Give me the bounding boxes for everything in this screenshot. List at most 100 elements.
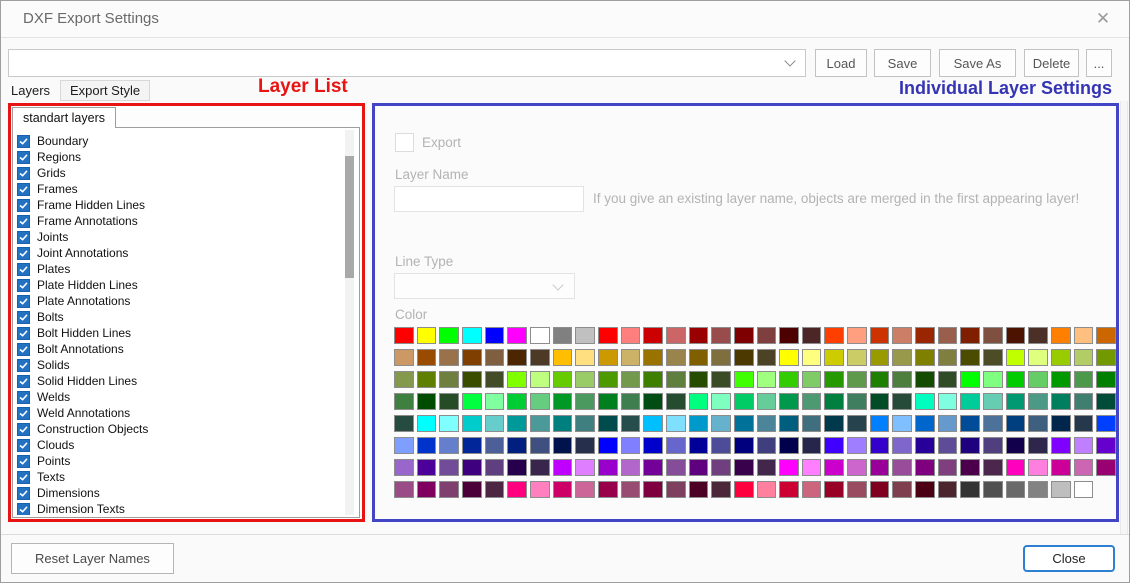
color-swatch[interactable] — [1028, 481, 1048, 498]
color-swatch[interactable] — [915, 415, 935, 432]
layer-item[interactable]: Frames — [17, 181, 341, 197]
color-swatch[interactable] — [892, 415, 912, 432]
color-swatch[interactable] — [462, 481, 482, 498]
color-swatch[interactable] — [462, 349, 482, 366]
color-swatch[interactable] — [938, 349, 958, 366]
layer-item[interactable]: Joints — [17, 229, 341, 245]
color-swatch[interactable] — [1006, 393, 1026, 410]
color-swatch[interactable] — [553, 327, 573, 344]
color-swatch[interactable] — [575, 459, 595, 476]
color-swatch[interactable] — [757, 415, 777, 432]
tab-standart-layers[interactable]: standart layers — [12, 107, 116, 128]
layer-checkbox-checked[interactable] — [17, 279, 30, 292]
layer-checkbox-checked[interactable] — [17, 135, 30, 148]
color-swatch[interactable] — [666, 327, 686, 344]
layer-checkbox-checked[interactable] — [17, 423, 30, 436]
color-swatch[interactable] — [643, 481, 663, 498]
color-swatch[interactable] — [507, 459, 527, 476]
layer-item[interactable]: Dimensions — [17, 485, 341, 501]
color-swatch[interactable] — [598, 415, 618, 432]
color-swatch[interactable] — [983, 349, 1003, 366]
color-swatch[interactable] — [553, 393, 573, 410]
color-swatch[interactable] — [394, 481, 414, 498]
color-swatch[interactable] — [1096, 437, 1116, 454]
color-swatch[interactable] — [847, 393, 867, 410]
color-swatch[interactable] — [892, 349, 912, 366]
color-swatch[interactable] — [847, 327, 867, 344]
color-swatch[interactable] — [621, 371, 641, 388]
color-swatch[interactable] — [960, 481, 980, 498]
color-swatch[interactable] — [689, 481, 709, 498]
color-swatch[interactable] — [643, 393, 663, 410]
color-swatch[interactable] — [1006, 415, 1026, 432]
color-swatch[interactable] — [1096, 371, 1116, 388]
color-swatch[interactable] — [824, 393, 844, 410]
tab-export-style[interactable]: Export Style — [60, 80, 150, 101]
color-swatch[interactable] — [734, 371, 754, 388]
layer-item[interactable]: Dimension Texts — [17, 501, 341, 515]
color-swatch[interactable] — [575, 481, 595, 498]
color-swatch[interactable] — [1074, 437, 1094, 454]
layer-checkbox-checked[interactable] — [17, 215, 30, 228]
color-swatch[interactable] — [621, 437, 641, 454]
color-swatch[interactable] — [530, 393, 550, 410]
color-swatch[interactable] — [485, 481, 505, 498]
color-swatch[interactable] — [757, 393, 777, 410]
color-swatch[interactable] — [689, 459, 709, 476]
color-swatch[interactable] — [779, 459, 799, 476]
color-swatch[interactable] — [598, 371, 618, 388]
color-swatch[interactable] — [938, 371, 958, 388]
color-swatch[interactable] — [598, 349, 618, 366]
color-swatch[interactable] — [485, 459, 505, 476]
color-swatch[interactable] — [394, 349, 414, 366]
color-swatch[interactable] — [439, 437, 459, 454]
layer-checkbox-checked[interactable] — [17, 247, 30, 260]
color-swatch[interactable] — [439, 327, 459, 344]
color-swatch[interactable] — [892, 371, 912, 388]
color-swatch[interactable] — [1096, 459, 1116, 476]
color-swatch[interactable] — [417, 393, 437, 410]
color-swatch[interactable] — [553, 437, 573, 454]
color-swatch[interactable] — [960, 437, 980, 454]
color-swatch[interactable] — [1006, 349, 1026, 366]
color-swatch[interactable] — [530, 327, 550, 344]
layer-name-input[interactable] — [394, 186, 584, 212]
layer-item[interactable]: Bolts — [17, 309, 341, 325]
color-swatch[interactable] — [983, 393, 1003, 410]
layer-checkbox-checked[interactable] — [17, 455, 30, 468]
color-swatch[interactable] — [666, 481, 686, 498]
color-swatch[interactable] — [960, 349, 980, 366]
color-swatch[interactable] — [1051, 437, 1071, 454]
color-swatch[interactable] — [915, 459, 935, 476]
color-swatch[interactable] — [530, 349, 550, 366]
color-swatch[interactable] — [1051, 481, 1071, 498]
color-swatch[interactable] — [530, 437, 550, 454]
color-swatch[interactable] — [915, 481, 935, 498]
color-swatch[interactable] — [802, 415, 822, 432]
color-swatch[interactable] — [757, 437, 777, 454]
color-swatch[interactable] — [938, 415, 958, 432]
color-swatch[interactable] — [507, 481, 527, 498]
color-swatch[interactable] — [870, 415, 890, 432]
color-swatch[interactable] — [847, 349, 867, 366]
color-swatch[interactable] — [689, 415, 709, 432]
color-swatch[interactable] — [621, 481, 641, 498]
color-swatch[interactable] — [983, 327, 1003, 344]
color-swatch[interactable] — [892, 481, 912, 498]
color-swatch[interactable] — [960, 327, 980, 344]
layer-item[interactable]: Clouds — [17, 437, 341, 453]
color-swatch[interactable] — [870, 393, 890, 410]
color-swatch[interactable] — [824, 459, 844, 476]
color-swatch[interactable] — [1028, 459, 1048, 476]
layer-checkbox-checked[interactable] — [17, 231, 30, 244]
color-swatch[interactable] — [983, 415, 1003, 432]
color-swatch[interactable] — [847, 371, 867, 388]
color-swatch[interactable] — [779, 481, 799, 498]
color-swatch[interactable] — [485, 393, 505, 410]
layer-item[interactable]: Frame Annotations — [17, 213, 341, 229]
color-swatch[interactable] — [507, 437, 527, 454]
color-swatch[interactable] — [462, 393, 482, 410]
color-swatch[interactable] — [734, 459, 754, 476]
color-swatch[interactable] — [689, 437, 709, 454]
color-swatch[interactable] — [394, 437, 414, 454]
